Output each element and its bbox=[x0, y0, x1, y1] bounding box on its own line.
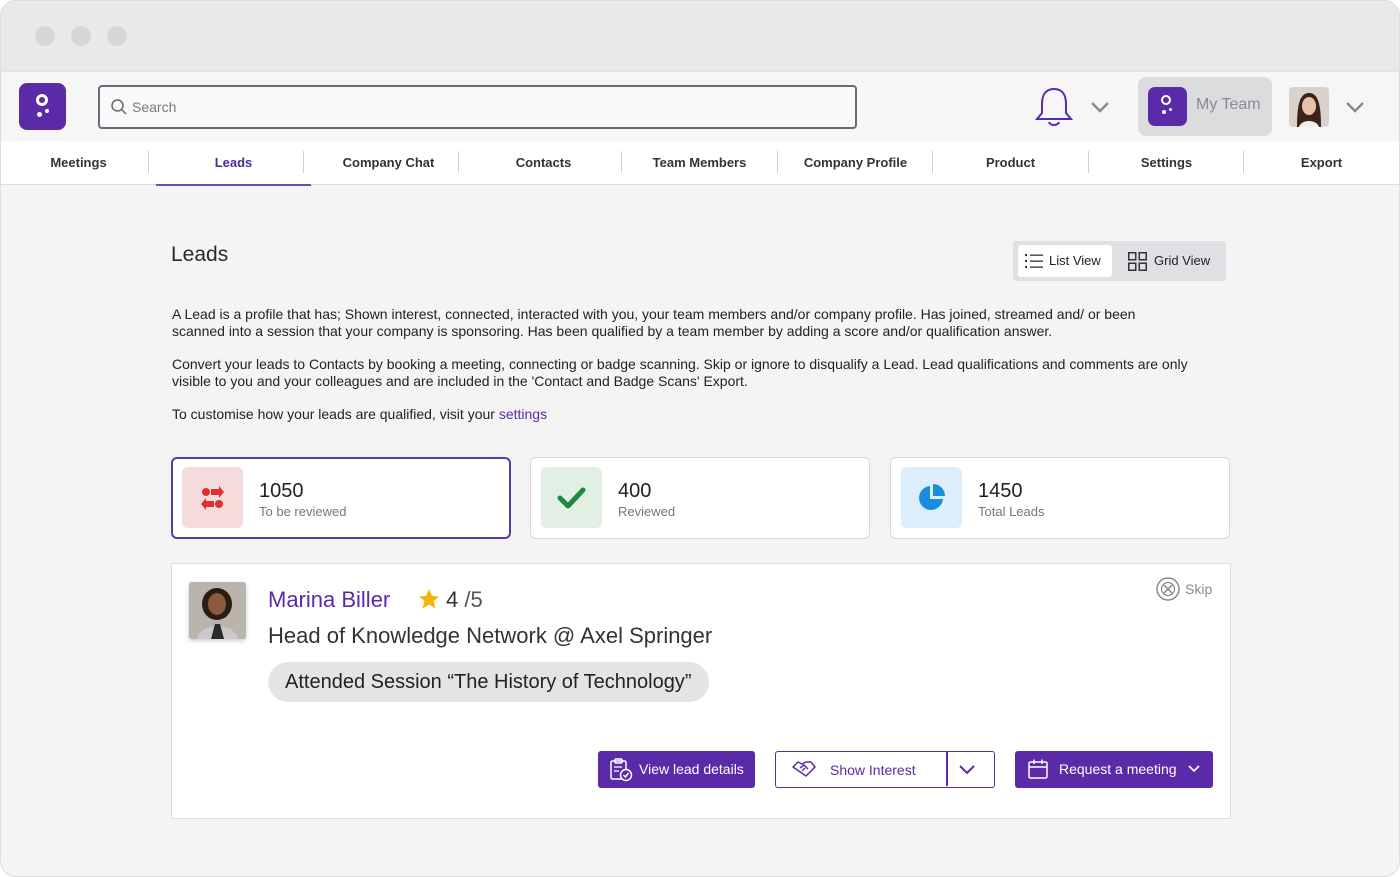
user-avatar[interactable] bbox=[1289, 87, 1329, 127]
swap-arrows-icon bbox=[201, 486, 224, 510]
button-divider bbox=[946, 752, 948, 786]
team-logo-mark bbox=[1161, 95, 1171, 105]
browser-window: My Team Meetings Leads Company Chat Cont… bbox=[0, 0, 1400, 877]
description-line: A Lead is a profile that has; Shown inte… bbox=[172, 306, 1136, 322]
skip-icon bbox=[1156, 577, 1180, 601]
stat-icon-box bbox=[901, 467, 962, 528]
description-line: visible to you and your colleagues and a… bbox=[172, 373, 748, 389]
my-team-button[interactable]: My Team bbox=[1138, 77, 1272, 136]
lead-score: 4 /5 bbox=[446, 587, 483, 613]
score-max: /5 bbox=[458, 587, 483, 612]
stat-card-to-review[interactable]: 1050 To be reviewed bbox=[171, 457, 511, 539]
chevron-down-icon[interactable] bbox=[957, 761, 977, 779]
score-value: 4 bbox=[446, 587, 459, 612]
nav-separator bbox=[458, 151, 459, 173]
view-toggle: List View Grid View bbox=[1013, 241, 1226, 281]
session-badge: Attended Session “The History of Technol… bbox=[268, 662, 709, 702]
grid-view-button[interactable]: Grid View bbox=[1121, 245, 1221, 277]
top-bar: My Team bbox=[1, 71, 1399, 141]
chevron-down-icon[interactable] bbox=[1187, 763, 1201, 775]
lead-role: Head of Knowledge Network @ Axel Springe… bbox=[268, 623, 713, 648]
request-meeting-button[interactable]: Request a meeting bbox=[1015, 751, 1213, 788]
tab-settings[interactable]: Settings bbox=[1089, 141, 1244, 185]
settings-link[interactable]: settings bbox=[499, 406, 547, 422]
request-meeting-label: Request a meeting bbox=[1059, 761, 1177, 777]
bell-icon[interactable] bbox=[1031, 84, 1077, 130]
tab-company-profile[interactable]: Company Profile bbox=[778, 141, 933, 185]
description-text: To customise how your leads are qualifie… bbox=[172, 406, 499, 422]
nav-separator bbox=[148, 151, 149, 173]
logo-dot bbox=[37, 112, 42, 117]
stat-label: Total Leads bbox=[978, 504, 1045, 519]
stat-label: To be reviewed bbox=[259, 504, 347, 519]
tab-company-chat[interactable]: Company Chat bbox=[311, 141, 466, 185]
tab-meetings[interactable]: Meetings bbox=[1, 141, 156, 185]
team-logo bbox=[1148, 87, 1187, 126]
stat-icon-box bbox=[541, 467, 602, 528]
view-lead-details-label: View lead details bbox=[639, 761, 744, 777]
search-input[interactable] bbox=[132, 87, 832, 127]
list-icon bbox=[1025, 254, 1043, 268]
description-line: Convert your leads to Contacts by bookin… bbox=[172, 356, 1188, 372]
page-title: Leads bbox=[171, 243, 229, 266]
window-maximize-dot[interactable] bbox=[107, 26, 127, 46]
tab-product[interactable]: Product bbox=[933, 141, 1088, 185]
team-logo-dot-small bbox=[1169, 108, 1172, 111]
logo-mark bbox=[36, 94, 48, 106]
checkmark-icon bbox=[557, 487, 586, 509]
stat-card-reviewed[interactable]: 400 Reviewed bbox=[530, 457, 870, 539]
stat-value: 1450 bbox=[978, 480, 1023, 502]
team-logo-dot bbox=[1162, 110, 1166, 114]
show-interest-label: Show Interest bbox=[830, 762, 916, 778]
handshake-icon bbox=[792, 761, 816, 777]
stat-icon-box bbox=[182, 467, 243, 528]
show-interest-button[interactable]: Show Interest bbox=[775, 751, 995, 788]
stat-label: Reviewed bbox=[618, 504, 676, 519]
pie-chart-icon bbox=[919, 484, 945, 510]
nav-separator bbox=[303, 151, 304, 173]
main-nav: Meetings Leads Company Chat Contacts Tea… bbox=[1, 141, 1399, 186]
lead-card: Marina Biller 4 /5 Head of Knowledge Net… bbox=[171, 563, 1231, 819]
window-minimize-dot[interactable] bbox=[71, 26, 91, 46]
user-avatar-image bbox=[1289, 87, 1329, 127]
chevron-down-icon[interactable] bbox=[1344, 96, 1366, 118]
description-paragraph-3: To customise how your leads are qualifie… bbox=[172, 406, 1232, 423]
grid-icon bbox=[1128, 252, 1147, 271]
tab-contacts[interactable]: Contacts bbox=[466, 141, 621, 185]
list-view-button[interactable]: List View bbox=[1018, 245, 1112, 277]
description-line: scanned into a session that your company… bbox=[172, 323, 1053, 339]
clipboard-check-icon bbox=[610, 758, 633, 782]
grid-view-label: Grid View bbox=[1154, 253, 1211, 268]
calendar-icon bbox=[1028, 759, 1048, 779]
star-icon bbox=[419, 589, 439, 609]
lead-avatar-image bbox=[189, 582, 246, 639]
tab-leads[interactable]: Leads bbox=[156, 141, 311, 186]
lead-name[interactable]: Marina Biller bbox=[268, 587, 390, 613]
window-titlebar bbox=[1, 1, 1399, 71]
stat-value: 400 bbox=[618, 480, 652, 502]
app-logo[interactable] bbox=[19, 83, 66, 130]
list-view-label: List View bbox=[1049, 253, 1101, 268]
description-paragraph-2: Convert your leads to Contacts by bookin… bbox=[172, 356, 1232, 390]
search-box[interactable] bbox=[98, 85, 857, 129]
window-close-dot[interactable] bbox=[35, 26, 55, 46]
tab-team-members[interactable]: Team Members bbox=[622, 141, 777, 185]
description-paragraph-1: A Lead is a profile that has; Shown inte… bbox=[172, 306, 1232, 340]
stat-value: 1050 bbox=[259, 480, 304, 502]
logo-dot-small bbox=[45, 109, 49, 113]
lead-avatar[interactable] bbox=[189, 582, 246, 639]
chevron-down-icon[interactable] bbox=[1089, 96, 1111, 118]
view-lead-details-button[interactable]: View lead details bbox=[598, 751, 755, 788]
stat-card-total[interactable]: 1450 Total Leads bbox=[890, 457, 1230, 539]
skip-label: Skip bbox=[1185, 581, 1213, 597]
my-team-label: My Team bbox=[1196, 96, 1261, 113]
tab-export[interactable]: Export bbox=[1244, 141, 1399, 185]
search-icon bbox=[111, 99, 127, 115]
